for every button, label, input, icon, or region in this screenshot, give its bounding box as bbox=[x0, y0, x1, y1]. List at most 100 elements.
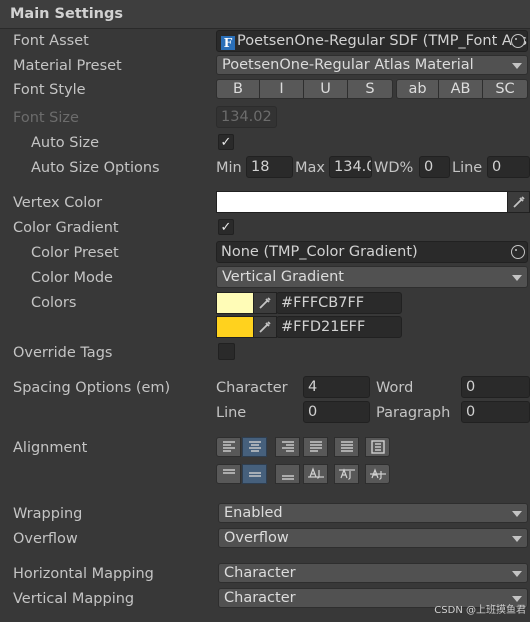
object-picker-icon[interactable] bbox=[511, 34, 525, 48]
color-swatch-top[interactable] bbox=[216, 292, 254, 314]
font-size-label: Font Size bbox=[13, 110, 79, 126]
align-middle-button[interactable] bbox=[242, 464, 267, 484]
font-asset-label: Font Asset bbox=[13, 33, 89, 49]
horizontal-mapping-dropdown[interactable]: Character bbox=[218, 563, 528, 583]
auto-size-label: Auto Size bbox=[31, 135, 100, 151]
italic-button[interactable]: I bbox=[259, 79, 304, 99]
align-flush-button[interactable] bbox=[334, 437, 359, 457]
max-field[interactable]: 134.02 bbox=[329, 156, 372, 178]
color-hex-field-bottom[interactable]: #FFD21EFF bbox=[276, 316, 402, 338]
chevron-down-icon bbox=[512, 63, 522, 69]
paragraph-spacing-label: Paragraph bbox=[376, 405, 451, 421]
min-field[interactable]: 18 bbox=[246, 156, 293, 178]
overflow-dropdown[interactable]: Overflow bbox=[218, 528, 528, 548]
override-tags-checkbox[interactable] bbox=[218, 343, 235, 360]
spacing-options-label: Spacing Options (em) bbox=[13, 380, 171, 396]
font-style-label: Font Style bbox=[13, 82, 86, 98]
color-mode-value: Vertical Gradient bbox=[222, 269, 344, 285]
align-baseline-icon bbox=[307, 467, 324, 479]
eyedropper-icon bbox=[259, 321, 271, 333]
align-right-button[interactable] bbox=[275, 437, 300, 457]
vertical-mapping-value: Character bbox=[224, 590, 296, 606]
align-capline-icon bbox=[369, 468, 386, 480]
lowercase-button[interactable]: ab bbox=[396, 79, 439, 99]
align-right-icon bbox=[281, 441, 294, 452]
align-geometry-center-button[interactable] bbox=[365, 437, 390, 457]
main-settings-header[interactable]: Main Settings bbox=[0, 0, 530, 29]
vertex-color-swatch[interactable] bbox=[216, 191, 508, 213]
wrapping-label: Wrapping bbox=[13, 506, 83, 522]
eyedropper-icon bbox=[512, 196, 525, 208]
color-gradient-label: Color Gradient bbox=[13, 220, 119, 236]
override-tags-label: Override Tags bbox=[13, 345, 113, 361]
object-picker-icon[interactable] bbox=[511, 245, 525, 259]
color-eyedropper-button-bottom[interactable] bbox=[253, 316, 277, 338]
font-asset-icon: F bbox=[221, 36, 235, 50]
character-spacing-field[interactable]: 4 bbox=[303, 376, 370, 398]
word-spacing-label: Word bbox=[376, 380, 414, 396]
align-bottom-icon bbox=[281, 475, 294, 480]
vertex-eyedropper-button[interactable] bbox=[507, 191, 530, 213]
smallcaps-button[interactable]: SC bbox=[482, 79, 528, 99]
align-flush-icon bbox=[340, 441, 353, 452]
line-spacing-field[interactable]: 0 bbox=[303, 401, 370, 423]
chevron-down-icon bbox=[512, 571, 522, 577]
paragraph-spacing-field[interactable]: 0 bbox=[461, 401, 530, 423]
color-preset-label: Color Preset bbox=[31, 245, 119, 261]
align-justified-icon bbox=[309, 441, 322, 452]
overflow-value: Overflow bbox=[224, 530, 289, 546]
material-preset-dropdown[interactable]: PoetsenOne-Regular Atlas Material bbox=[216, 55, 528, 75]
align-bottom-button[interactable] bbox=[275, 464, 300, 484]
align-capline-button[interactable] bbox=[365, 464, 390, 484]
align-top-icon bbox=[222, 469, 235, 474]
underline-button[interactable]: U bbox=[303, 79, 348, 99]
section-title: Main Settings bbox=[10, 6, 123, 22]
colors-label: Colors bbox=[31, 295, 77, 311]
color-eyedropper-button-top[interactable] bbox=[253, 292, 277, 314]
alignment-label: Alignment bbox=[13, 440, 88, 456]
material-preset-label: Material Preset bbox=[13, 58, 122, 74]
align-left-button[interactable] bbox=[216, 437, 241, 457]
color-hex-field-top[interactable]: #FFFCB7FF bbox=[276, 292, 402, 314]
bold-button[interactable]: B bbox=[216, 79, 260, 99]
align-baseline-button[interactable] bbox=[303, 464, 328, 484]
align-left-icon bbox=[222, 441, 235, 452]
word-spacing-field[interactable]: 0 bbox=[461, 376, 530, 398]
align-geometry-center-icon bbox=[370, 440, 385, 454]
color-preset-value: None (TMP_Color Gradient) bbox=[221, 244, 418, 260]
align-center-button[interactable] bbox=[242, 437, 267, 457]
color-preset-field[interactable]: None (TMP_Color Gradient) bbox=[216, 241, 528, 263]
character-spacing-label: Character bbox=[216, 380, 288, 396]
auto-size-options-label: Auto Size Options bbox=[31, 160, 160, 176]
strikethrough-button[interactable]: S bbox=[347, 79, 393, 99]
auto-size-checkbox[interactable]: ✓ bbox=[218, 134, 234, 150]
overflow-label: Overflow bbox=[13, 531, 78, 547]
line-label: Line bbox=[452, 160, 483, 176]
color-swatch-bottom[interactable] bbox=[216, 316, 254, 338]
watermark: CSDN @上班摸鱼君 bbox=[434, 605, 526, 616]
align-center-icon bbox=[248, 441, 261, 452]
chevron-down-icon bbox=[512, 275, 522, 281]
horizontal-mapping-value: Character bbox=[224, 565, 296, 581]
wrapping-dropdown[interactable]: Enabled bbox=[218, 503, 528, 523]
align-justified-button[interactable] bbox=[303, 437, 328, 457]
line-field[interactable]: 0 bbox=[487, 156, 530, 178]
color-mode-dropdown[interactable]: Vertical Gradient bbox=[216, 266, 528, 288]
font-asset-field[interactable]: F PoetsenOne-Regular SDF (TMP_Font Asset) bbox=[216, 30, 528, 52]
max-label: Max bbox=[295, 160, 325, 176]
chevron-down-icon bbox=[512, 536, 522, 542]
horizontal-mapping-label: Horizontal Mapping bbox=[13, 566, 154, 582]
font-size-field: 134.02 bbox=[216, 106, 277, 128]
wd-field[interactable]: 0 bbox=[419, 156, 450, 178]
font-asset-value: PoetsenOne-Regular SDF (TMP_Font Asset) bbox=[237, 33, 528, 49]
vertical-mapping-label: Vertical Mapping bbox=[13, 591, 135, 607]
align-midline-button[interactable] bbox=[334, 464, 359, 484]
wd-label: WD% bbox=[374, 160, 414, 176]
align-midline-icon bbox=[338, 468, 355, 480]
align-middle-icon bbox=[248, 472, 261, 477]
color-gradient-checkbox[interactable]: ✓ bbox=[218, 219, 234, 235]
align-top-button[interactable] bbox=[216, 464, 241, 484]
line-spacing-label: Line bbox=[216, 405, 247, 421]
uppercase-button[interactable]: AB bbox=[438, 79, 483, 99]
wrapping-value: Enabled bbox=[224, 505, 283, 521]
